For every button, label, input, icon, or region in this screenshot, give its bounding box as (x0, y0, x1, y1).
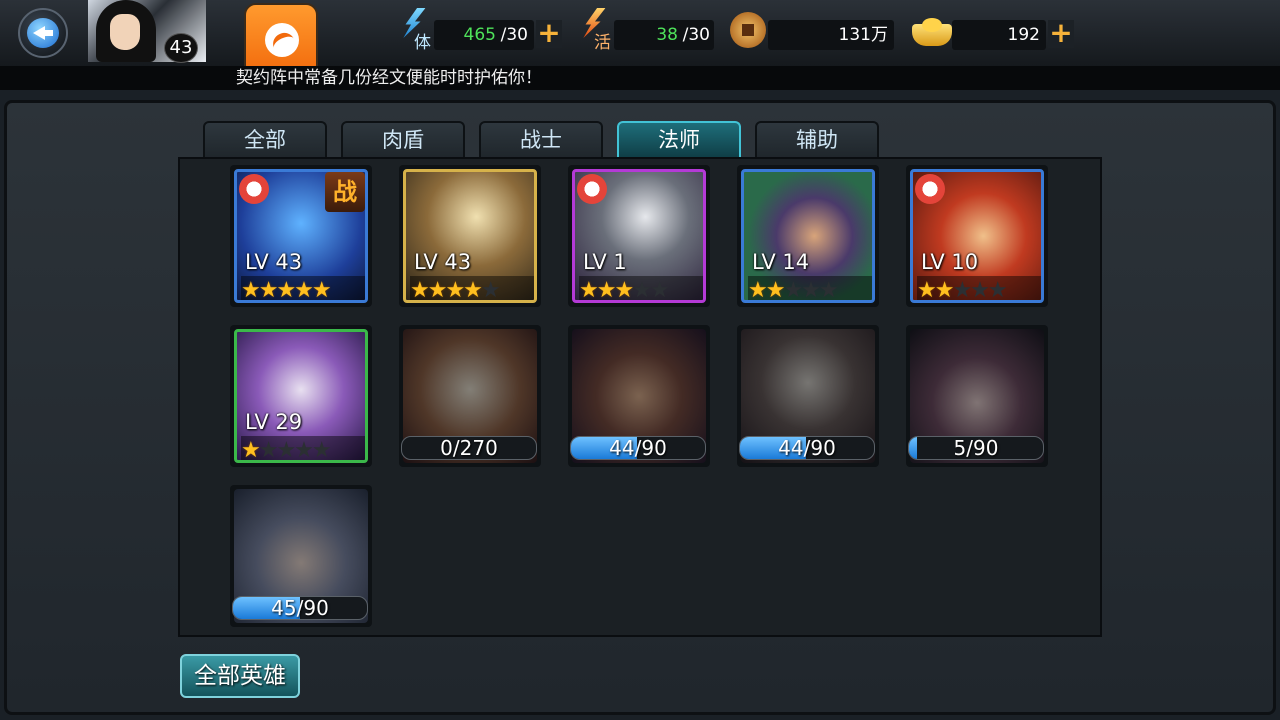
tab-tank[interactable]: 肉盾 (341, 121, 465, 158)
hero-card[interactable]: LV 43 ★★★★★ (399, 165, 541, 307)
tab-warrior[interactable]: 战士 (479, 121, 603, 158)
stamina-current: 465 (463, 25, 496, 45)
fragment-progress-bar: 45/90 (232, 596, 368, 620)
battle-badge: 战 (325, 172, 365, 212)
fragment-progress-bar: 44/90 (570, 436, 706, 460)
tab-support[interactable]: 辅助 (755, 121, 879, 158)
add-ingots-button[interactable]: + (1048, 19, 1074, 48)
hero-stars: ★★★★★ (917, 276, 1041, 300)
hero-level: LV 10 (921, 250, 979, 274)
hero-stars: ★★★★★ (579, 276, 703, 300)
copper-coin-icon (730, 12, 766, 48)
hero-level: LV 43 (245, 250, 303, 274)
back-arrow-icon (27, 18, 59, 48)
top-bar: 43 体 465 /30 + 活 38 /30 131万 192 + (0, 0, 1280, 68)
hero-level: LV 29 (245, 410, 303, 434)
hero-stars: ★★★★★ (748, 276, 872, 300)
stamina-label: 体 (414, 33, 431, 53)
hero-card-locked[interactable]: 0/270 (399, 325, 541, 467)
hero-card[interactable]: LV 29 ★★★★★ (230, 325, 372, 467)
back-button[interactable] (18, 8, 68, 58)
gold-ingot-icon (912, 16, 952, 48)
armor-icon (915, 174, 945, 204)
fragment-count: 0/270 (440, 436, 498, 460)
armor-icon (239, 174, 269, 204)
hero-stars: ★★★★★ (410, 276, 534, 300)
hero-card-locked[interactable]: 5/90 (906, 325, 1048, 467)
coins-value: 131万 (838, 25, 888, 45)
fragment-count: 45/90 (271, 596, 329, 620)
vitality-label: 活 (594, 33, 611, 53)
hero-level: LV 1 (583, 250, 627, 274)
fragment-progress-bar: 0/270 (401, 436, 537, 460)
fragment-count: 44/90 (609, 436, 667, 460)
stamina-display: 465 /30 (434, 20, 534, 50)
hero-stars: ★★★★★ (241, 436, 365, 460)
hero-level: LV 43 (414, 250, 472, 274)
coins-display: 131万 (768, 20, 894, 50)
fragment-progress-bar: 5/90 (908, 436, 1044, 460)
hero-level: LV 14 (752, 250, 810, 274)
hero-card[interactable]: 战 LV 43 ★★★★★ (230, 165, 372, 307)
armor-icon (577, 174, 607, 204)
fragment-count: 5/90 (953, 436, 999, 460)
tab-mage[interactable]: 法师 (617, 121, 741, 158)
vitality-current: 38 (656, 25, 678, 45)
hero-card-locked[interactable]: 45/90 (230, 485, 372, 627)
ticker-bar: 契约阵中常备几份经文便能时时护佑你！ (0, 66, 1280, 90)
all-heroes-button[interactable]: 全部英雄 (180, 654, 300, 698)
tab-all[interactable]: 全部 (203, 121, 327, 158)
fragment-progress-bar: 44/90 (739, 436, 875, 460)
hero-stars: ★★★★★ (241, 276, 365, 300)
fragment-count: 44/90 (778, 436, 836, 460)
hero-card[interactable]: LV 10 ★★★★★ (906, 165, 1048, 307)
hero-card[interactable]: LV 1 ★★★★★ (568, 165, 710, 307)
ticker-text: 契约阵中常备几份经文便能时时护佑你！ (236, 68, 542, 88)
player-level-badge: 43 (164, 33, 198, 63)
vitality-display: 38 /30 (614, 20, 714, 50)
stamina-max: /30 (500, 25, 528, 45)
hero-grid: 战 LV 43 ★★★★★ LV 43 ★★★★★ LV 1 ★★★★★ LV … (178, 157, 1102, 637)
hero-card-locked[interactable]: 44/90 (737, 325, 879, 467)
hero-card-locked[interactable]: 44/90 (568, 325, 710, 467)
hero-card[interactable]: LV 14 ★★★★★ (737, 165, 879, 307)
ingots-value: 192 (1007, 25, 1040, 45)
ingots-display: 192 (952, 20, 1046, 50)
add-stamina-button[interactable]: + (536, 19, 562, 48)
vitality-max: /30 (682, 25, 710, 45)
